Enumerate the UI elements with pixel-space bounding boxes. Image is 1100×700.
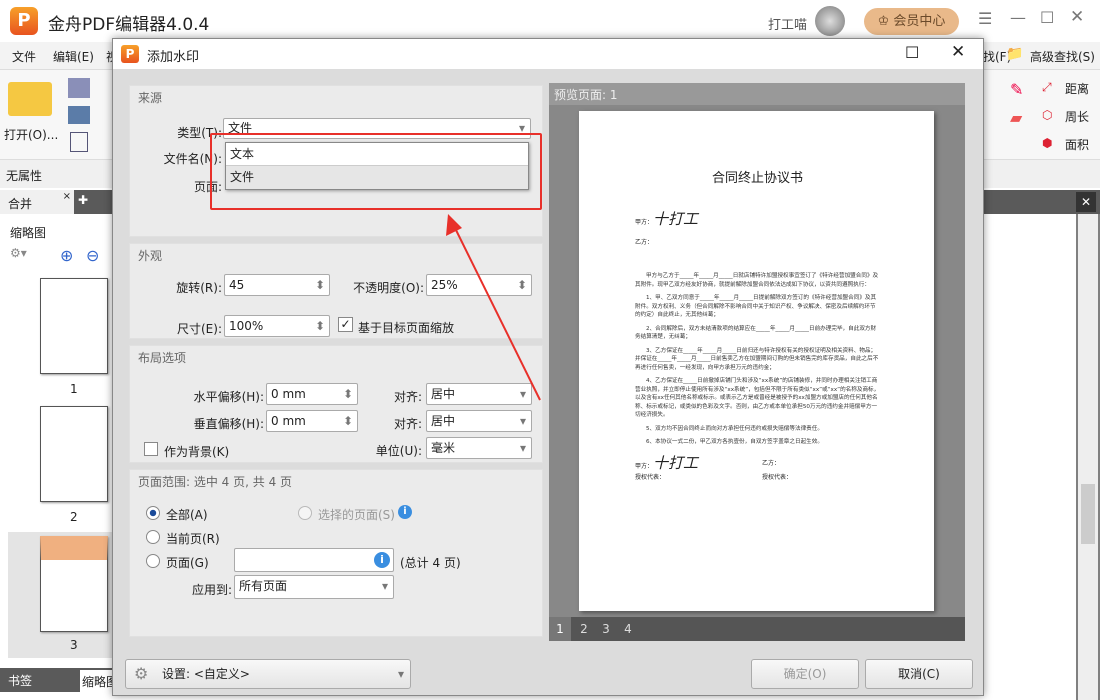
annotation-arrow bbox=[446, 214, 541, 401]
